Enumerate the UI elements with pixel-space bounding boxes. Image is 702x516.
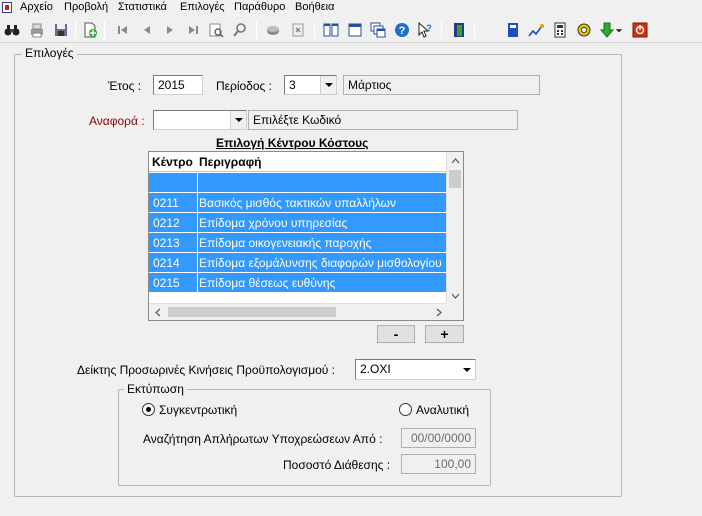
scroll-right-icon[interactable] bbox=[430, 304, 447, 321]
print-legend: Εκτύπωση bbox=[124, 382, 187, 396]
exit-door-icon[interactable] bbox=[449, 20, 469, 40]
cell-code: 0211 bbox=[153, 196, 179, 210]
horizontal-scroll-thumb[interactable] bbox=[168, 307, 336, 317]
menu-help[interactable]: Βοήθεια bbox=[293, 1, 336, 14]
report-label: Αναφορά : bbox=[89, 114, 145, 128]
month-name-field: Μάρτιος bbox=[343, 75, 540, 95]
radio-analytic[interactable] bbox=[399, 403, 412, 416]
cell-description: Επίδομα χρόνου υπηρεσίας bbox=[199, 216, 348, 230]
table-row[interactable]: 0212 Επίδομα χρόνου υπηρεσίας bbox=[149, 213, 447, 233]
search-icon[interactable] bbox=[230, 20, 250, 40]
table-row[interactable]: 0215 Επίδομα θέσεως ευθύνης bbox=[149, 273, 447, 293]
period-select[interactable]: 3 bbox=[284, 75, 337, 95]
menu-options[interactable]: Επιλογές bbox=[178, 1, 227, 14]
period-label: Περίοδος : bbox=[216, 79, 272, 93]
table-row[interactable]: 0214 Επίδομα εξομάλυνσης διαφορών μισθολο… bbox=[149, 253, 447, 273]
year-input[interactable]: 2015 bbox=[153, 75, 203, 95]
close-icon[interactable] bbox=[630, 20, 650, 40]
indicator-value: 2.ΟΧΙ bbox=[360, 362, 391, 376]
cascade-icon[interactable] bbox=[368, 20, 388, 40]
chevron-down-icon[interactable] bbox=[459, 360, 475, 379]
percent-label: Ποσοστό Διάθεσης : bbox=[283, 458, 391, 472]
settings-icon[interactable] bbox=[574, 20, 594, 40]
previous-record-icon[interactable] bbox=[137, 20, 157, 40]
cell-code: 0212 bbox=[153, 216, 180, 230]
scroll-left-icon[interactable] bbox=[149, 304, 166, 321]
table-row[interactable] bbox=[149, 173, 447, 193]
radio-analytic-label[interactable]: Αναλυτική bbox=[416, 403, 469, 417]
report-hint-field: Επιλέξτε Κωδικό bbox=[248, 110, 518, 130]
cell-code: 0215 bbox=[153, 276, 180, 290]
menu-statistics[interactable]: Στατιστικά bbox=[116, 1, 169, 14]
last-record-icon[interactable] bbox=[183, 20, 203, 40]
column-header-description[interactable]: Περιγραφή bbox=[199, 155, 262, 169]
table-row[interactable]: 0213 Επίδομα οικογενειακής παροχής bbox=[149, 233, 447, 253]
report-select[interactable] bbox=[153, 110, 247, 130]
horizontal-scrollbar[interactable] bbox=[149, 303, 447, 320]
search-date-label: Αναζήτηση Απλήρωτων Υποχρεώσεων Από : bbox=[143, 432, 383, 446]
menu-view[interactable]: Προβολή bbox=[62, 1, 110, 14]
svg-text:?: ? bbox=[399, 25, 406, 37]
search-date-field: 00/00/0000 bbox=[401, 428, 476, 448]
indicator-label: Δείκτης Προσωρινές Κινήσεις Προϋπολογισμ… bbox=[77, 363, 336, 377]
indicator-select[interactable]: 2.ΟΧΙ bbox=[355, 359, 476, 380]
radio-summary[interactable] bbox=[142, 403, 155, 416]
help-icon[interactable]: ? bbox=[392, 20, 412, 40]
cost-center-title: Επιλογή Κέντρου Κόστους bbox=[216, 136, 369, 150]
chevron-down-icon[interactable] bbox=[614, 20, 624, 40]
cell-code: 0213 bbox=[153, 236, 180, 250]
add-button[interactable]: + bbox=[425, 325, 464, 343]
scroll-up-icon[interactable] bbox=[447, 152, 464, 169]
radio-summary-label[interactable]: Συγκεντρωτική bbox=[159, 403, 237, 417]
new-document-icon[interactable] bbox=[80, 20, 100, 40]
cell-description: Επίδομα θέσεως ευθύνης bbox=[199, 276, 336, 290]
menu-bar: Αρχείο Προβολή Στατιστικά Επιλογές Παράθ… bbox=[0, 0, 702, 16]
toolbar: ? ? bbox=[0, 17, 702, 43]
context-help-icon[interactable]: ? bbox=[415, 20, 435, 40]
period-value: 3 bbox=[289, 78, 296, 92]
tile-vertical-icon[interactable] bbox=[321, 20, 341, 40]
print-preview-icon[interactable] bbox=[206, 20, 226, 40]
print-icon[interactable] bbox=[27, 20, 47, 40]
svg-text:?: ? bbox=[426, 23, 432, 33]
vertical-scrollbar[interactable] bbox=[446, 152, 463, 304]
export-icon[interactable] bbox=[288, 20, 308, 40]
save-icon[interactable] bbox=[51, 20, 71, 40]
chevron-down-icon[interactable] bbox=[230, 111, 246, 129]
cell-description: Επίδομα εξομάλυνσης διαφορών μισθολογίου bbox=[199, 256, 442, 270]
book-icon[interactable] bbox=[503, 20, 523, 40]
cell-code: 0214 bbox=[153, 256, 180, 270]
scroll-down-icon[interactable] bbox=[447, 287, 464, 304]
options-legend: Επιλογές bbox=[22, 46, 77, 60]
database-icon[interactable] bbox=[263, 20, 283, 40]
menu-file[interactable]: Αρχείο bbox=[18, 1, 55, 14]
cost-center-grid[interactable]: Κέντρο Περιγραφή 0211 Βασικός μισθός τακτ… bbox=[148, 151, 464, 321]
cell-description: Επίδομα οικογενειακής παροχής bbox=[199, 236, 372, 250]
remove-button[interactable]: - bbox=[377, 325, 415, 343]
chart-icon[interactable] bbox=[526, 20, 546, 40]
first-record-icon[interactable] bbox=[113, 20, 133, 40]
cell-description: Βασικός μισθός τακτικών υπαλλήλων bbox=[199, 196, 397, 210]
chevron-down-icon[interactable] bbox=[320, 76, 336, 94]
menu-window[interactable]: Παράθυρο bbox=[232, 1, 287, 14]
app-icon[interactable] bbox=[2, 2, 12, 13]
window-icon[interactable] bbox=[345, 20, 365, 40]
percent-field: 100,00 bbox=[401, 454, 476, 474]
table-row[interactable]: 0211 Βασικός μισθός τακτικών υπαλλήλων bbox=[149, 193, 447, 213]
grid-header: Κέντρο Περιγραφή bbox=[149, 152, 447, 172]
column-header-code[interactable]: Κέντρο bbox=[152, 155, 193, 169]
vertical-scroll-thumb[interactable] bbox=[449, 170, 461, 188]
next-record-icon[interactable] bbox=[160, 20, 180, 40]
binoculars-icon[interactable] bbox=[2, 20, 22, 40]
calculator-icon[interactable] bbox=[550, 20, 570, 40]
year-label: Έτος : bbox=[108, 79, 142, 93]
